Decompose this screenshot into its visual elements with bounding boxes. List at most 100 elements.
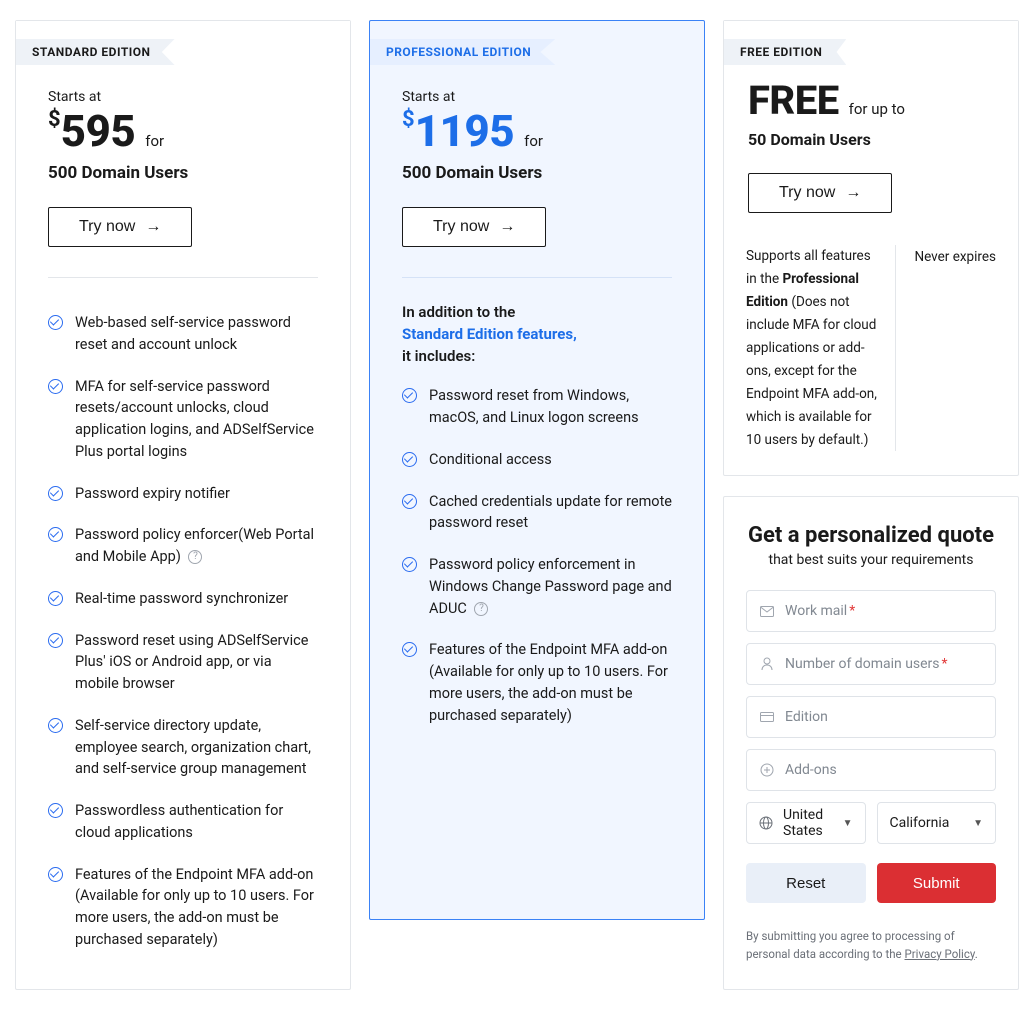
plan-card-professional: PROFESSIONAL EDITION Starts at $1195 for… — [369, 20, 705, 920]
check-circle-icon — [48, 315, 63, 330]
plan-card-standard: STANDARD EDITION Starts at $595 for 500 … — [15, 20, 351, 990]
check-circle-icon — [48, 803, 63, 818]
feature-text: Features of the Endpoint MFA add-on (Ava… — [429, 639, 672, 726]
check-circle-icon — [48, 379, 63, 394]
check-circle-icon — [402, 642, 417, 657]
feature-item: Password expiry notifier — [48, 473, 318, 515]
for-label: for — [524, 132, 543, 150]
work-mail-field[interactable]: Work mail* — [746, 590, 996, 632]
domain-users-field[interactable]: Number of domain users* — [746, 643, 996, 685]
check-circle-icon — [48, 486, 63, 501]
check-circle-icon — [402, 388, 417, 403]
country-value: United States — [783, 807, 833, 839]
check-circle-icon — [48, 718, 63, 733]
feature-text: Cached credentials update for remote pas… — [429, 491, 672, 535]
addons-placeholder: Add-ons — [785, 762, 837, 778]
check-circle-icon — [402, 494, 417, 509]
check-circle-icon — [402, 452, 417, 467]
feature-text: Self-service directory update, employee … — [75, 715, 318, 780]
try-now-label: Try now — [779, 184, 835, 202]
feature-item: MFA for self-service password resets/acc… — [48, 366, 318, 473]
feature-text: Web-based self-service password reset an… — [75, 312, 318, 356]
card-icon — [759, 712, 775, 722]
quote-title: Get a personalized quote — [746, 523, 996, 548]
feature-text: Real-time password synchronizer — [75, 588, 288, 610]
intro-line-2: it includes: — [402, 347, 475, 365]
intro-line-1: In addition to the — [402, 303, 515, 321]
try-now-button[interactable]: Try now → — [748, 173, 892, 213]
feature-item: Password reset using ADSelfService Plus'… — [48, 620, 318, 705]
try-now-label: Try now — [433, 218, 489, 236]
feature-text: Passwordless authentication for cloud ap… — [75, 800, 318, 844]
privacy-policy-link[interactable]: Privacy Policy — [905, 947, 975, 961]
badge-wrap: STANDARD EDITION — [16, 21, 350, 65]
arrow-right-icon: → — [145, 219, 161, 235]
submit-button[interactable]: Submit — [877, 863, 997, 903]
plan-badge: PROFESSIONAL EDITION — [370, 39, 555, 65]
feature-list: Password reset from Windows, macOS, and … — [402, 375, 672, 736]
help-icon[interactable]: ? — [474, 602, 488, 616]
check-circle-icon — [48, 527, 63, 542]
globe-icon — [759, 816, 773, 830]
feature-item: Cached credentials update for remote pas… — [402, 481, 672, 545]
currency-symbol: $ — [402, 107, 415, 132]
try-now-label: Try now — [79, 218, 135, 236]
country-select[interactable]: United States ▼ — [746, 802, 866, 844]
user-icon — [759, 657, 775, 671]
feature-text: Password policy enforcement in Windows C… — [429, 554, 672, 619]
price-row: $595 for — [48, 105, 318, 157]
badge-wrap: FREE EDITION — [724, 21, 1018, 65]
plus-circle-icon — [759, 763, 775, 777]
feature-text: Password expiry notifier — [75, 483, 230, 505]
feature-item: Password policy enforcer(Web Portal and … — [48, 514, 318, 578]
plan-badge: STANDARD EDITION — [16, 39, 175, 65]
users-count: 500 Domain Users — [48, 163, 318, 183]
chevron-down-icon: ▼ — [843, 818, 853, 829]
note-part-2: (Does not include MFA for cloud applicat… — [746, 294, 877, 448]
price: $595 — [48, 105, 135, 157]
plan-body: Starts at $1195 for 500 Domain Users Try… — [370, 65, 704, 764]
feature-text: Password policy enforcer(Web Portal and … — [75, 524, 318, 568]
arrow-right-icon: → — [845, 185, 861, 201]
plan-body: Starts at $595 for 500 Domain Users Try … — [16, 65, 350, 989]
free-body: FREE for up to 50 Domain Users Try now → — [724, 65, 1018, 213]
divider — [48, 277, 318, 278]
edition-field[interactable]: Edition — [746, 696, 996, 738]
feature-item: Features of the Endpoint MFA add-on (Ava… — [402, 629, 672, 736]
feature-list: Web-based self-service password reset an… — [48, 302, 318, 961]
never-expires: Never expires — [914, 245, 996, 265]
addons-field[interactable]: Add-ons — [746, 749, 996, 791]
help-icon[interactable]: ? — [188, 550, 202, 564]
feature-item: Self-service directory update, employee … — [48, 705, 318, 790]
chevron-down-icon: ▼ — [973, 818, 983, 829]
feature-text: Password reset from Windows, macOS, and … — [429, 385, 672, 429]
for-label: for — [145, 132, 164, 150]
state-select[interactable]: California ▼ — [877, 802, 997, 844]
starts-at-label: Starts at — [48, 89, 318, 105]
users-count: 500 Domain Users — [402, 163, 672, 183]
feature-intro: In addition to the Standard Edition feat… — [402, 302, 672, 367]
feature-item: Password policy enforcement in Windows C… — [402, 544, 672, 629]
quote-card: Get a personalized quote that best suits… — [723, 496, 1019, 990]
check-circle-icon — [48, 591, 63, 606]
state-value: California — [890, 815, 950, 831]
legal-text: By submitting you agree to processing of… — [746, 928, 996, 963]
domain-users-placeholder: Number of domain users* — [785, 656, 948, 672]
price-amount: 595 — [61, 105, 136, 157]
feature-item: Conditional access — [402, 439, 672, 481]
feature-item: Real-time password synchronizer — [48, 578, 318, 620]
try-now-button[interactable]: Try now → — [48, 207, 192, 247]
arrow-right-icon: → — [499, 219, 515, 235]
for-up-to: for up to — [849, 100, 905, 118]
quote-form: Work mail* Number of domain users* Editi… — [746, 590, 996, 963]
try-now-button[interactable]: Try now → — [402, 207, 546, 247]
reset-button[interactable]: Reset — [746, 863, 866, 903]
price: $1195 — [402, 105, 514, 157]
free-price-text: FREE — [748, 77, 839, 124]
envelope-icon — [759, 606, 775, 617]
price-row: $1195 for — [402, 105, 672, 157]
quote-subtitle: that best suits your requirements — [746, 552, 996, 568]
feature-text: MFA for self-service password resets/acc… — [75, 376, 318, 463]
plan-badge: FREE EDITION — [724, 39, 846, 65]
feature-item: Features of the Endpoint MFA add-on (Ava… — [48, 854, 318, 961]
